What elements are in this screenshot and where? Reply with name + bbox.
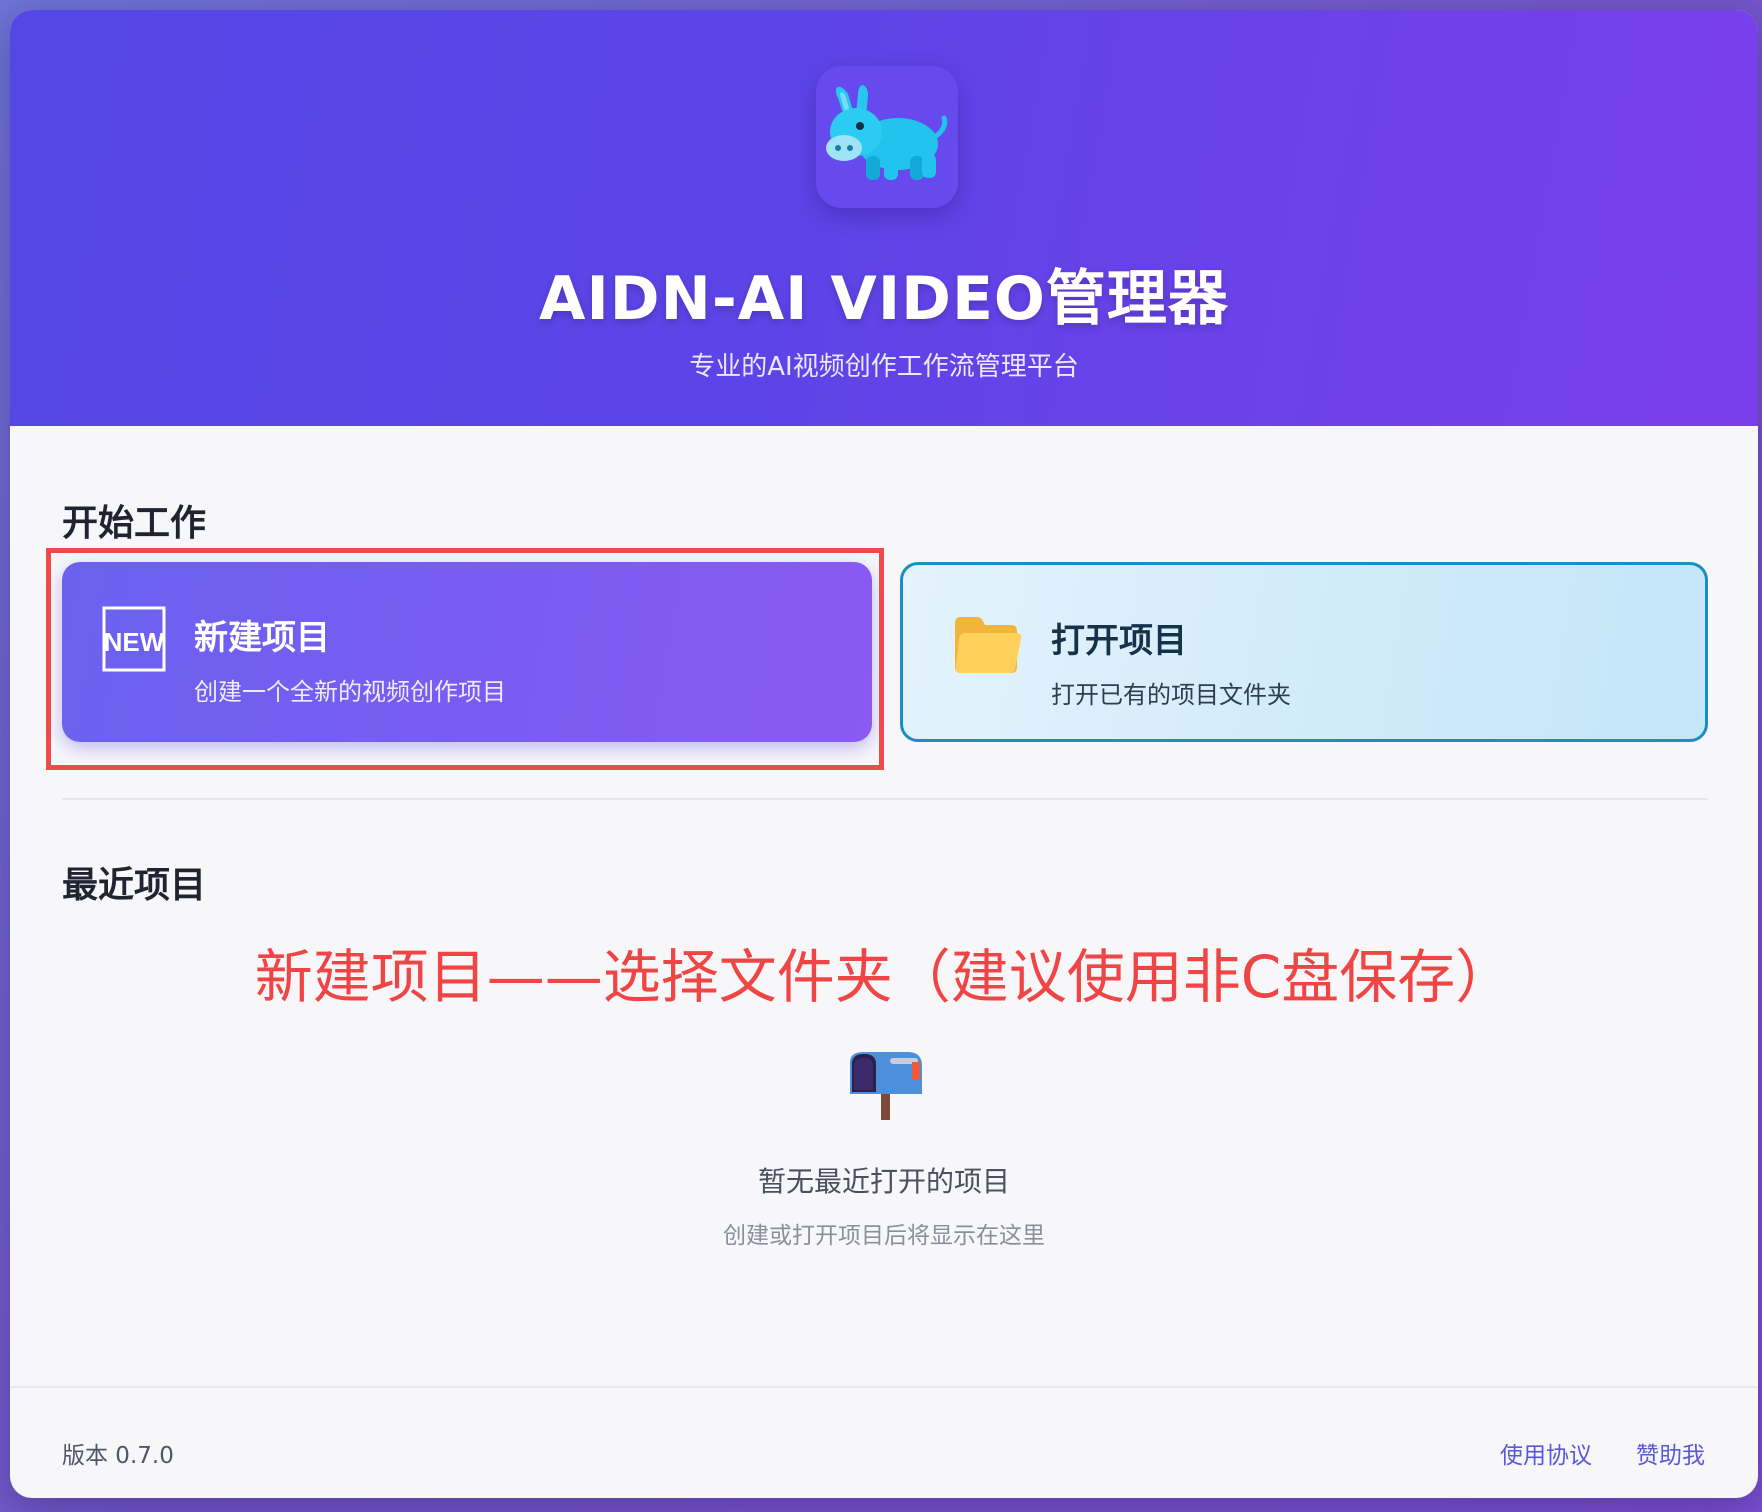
terms-link[interactable]: 使用协议 (1500, 1436, 1592, 1470)
folder-icon (951, 613, 1023, 681)
section-divider (62, 798, 1708, 800)
open-project-description: 打开已有的项目文件夹 (1051, 681, 1291, 709)
recent-section-title: 最近项目 (62, 865, 207, 906)
footer: 版本 0.7.0 使用协议 赞助我 (10, 1386, 1758, 1498)
empty-state-description: 创建或打开项目后将显示在这里 (723, 1223, 1045, 1249)
app-title: AIDN-AI VIDEO管理器 (539, 264, 1229, 334)
highlight-annotation-box (46, 548, 884, 770)
annotation-text: 新建项目——选择文件夹（建议使用非C盘保存） (254, 943, 1514, 1011)
open-project-button[interactable]: 打开项目 打开已有的项目文件夹 (900, 562, 1708, 742)
app-subtitle: 专业的AI视频创作工作流管理平台 (689, 352, 1079, 382)
sponsor-link[interactable]: 赞助我 (1636, 1436, 1705, 1470)
open-project-title: 打开项目 (1051, 621, 1187, 661)
app-logo (816, 66, 958, 208)
empty-state-title: 暂无最近打开的项目 (757, 1165, 1010, 1198)
version-label: 版本 0.7.0 (62, 1443, 174, 1469)
app-window: AIDN-AI VIDEO管理器 专业的AI视频创作工作流管理平台 开始工作 N… (10, 10, 1758, 1498)
donkey-icon (826, 85, 948, 180)
mailbox-icon (846, 1048, 926, 1126)
app-header: AIDN-AI VIDEO管理器 专业的AI视频创作工作流管理平台 (10, 10, 1758, 426)
start-section-title: 开始工作 (62, 503, 207, 544)
